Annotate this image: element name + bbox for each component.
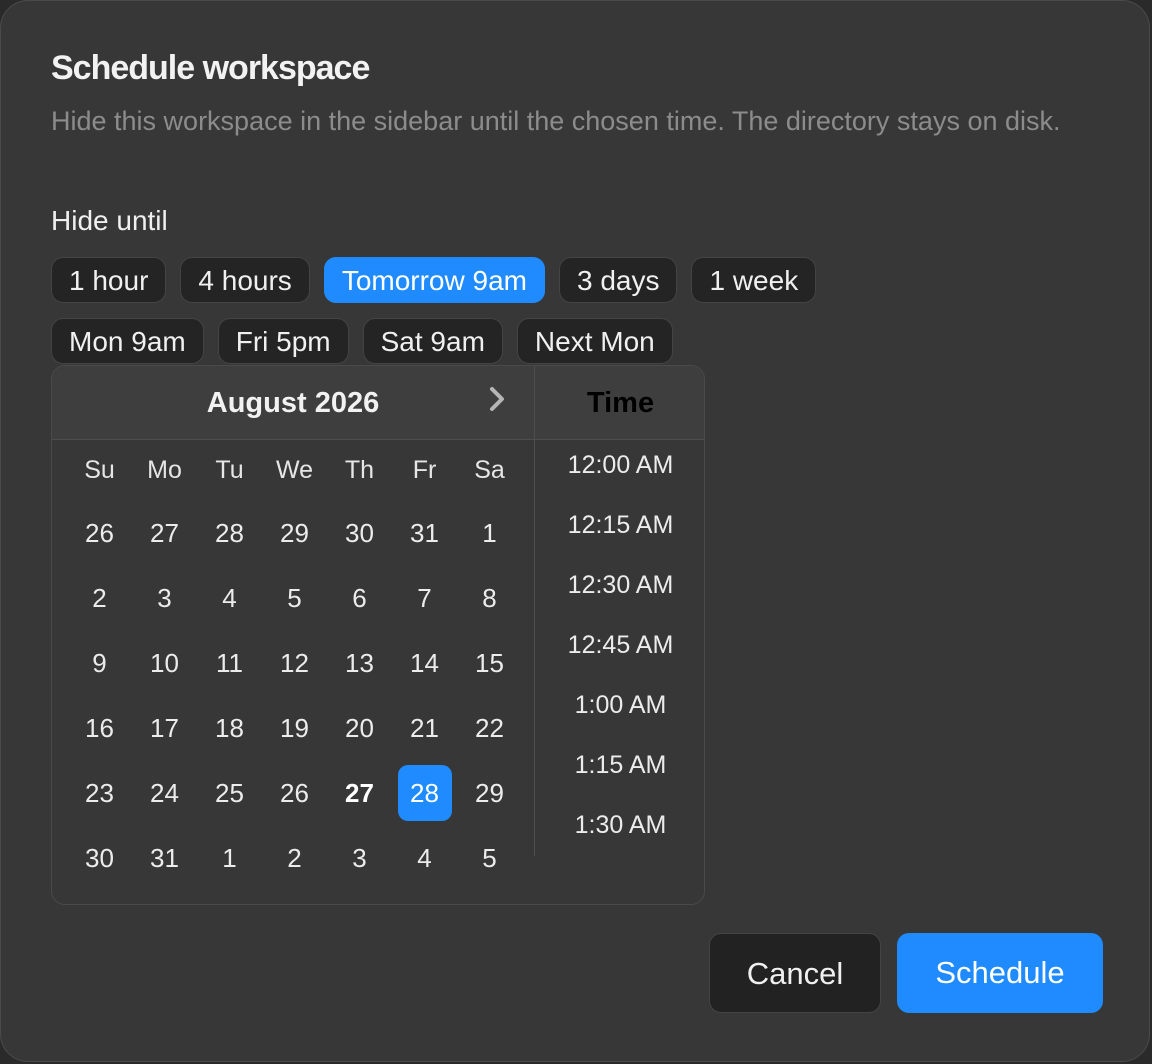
time-option[interactable]: 12:00 AM xyxy=(535,448,704,508)
calendar-header: August 2026 xyxy=(52,366,534,440)
weekday-label: Mo xyxy=(147,456,182,484)
time-header: Time xyxy=(535,366,704,440)
calendar-day[interactable]: 7 xyxy=(392,565,457,630)
calendar-day[interactable]: 21 xyxy=(392,695,457,760)
date-time-picker: August 2026 Su Mo Tu We Th Fr Sa 26 27 2… xyxy=(51,365,705,905)
dialog-description: Hide this workspace in the sidebar until… xyxy=(51,106,1061,136)
calendar-day[interactable]: 1 xyxy=(457,500,522,565)
calendar-day[interactable]: 26 xyxy=(262,760,327,825)
calendar-day[interactable]: 23 xyxy=(67,760,132,825)
time-column: Time 12:00 AM 12:15 AM 12:30 AM 12:45 AM… xyxy=(534,366,704,856)
calendar-day[interactable]: 30 xyxy=(327,500,392,565)
calendar-day[interactable]: 18 xyxy=(197,695,262,760)
calendar-day[interactable]: 14 xyxy=(392,630,457,695)
chevron-right-icon[interactable] xyxy=(482,384,512,414)
calendar-day[interactable]: 31 xyxy=(392,500,457,565)
time-option[interactable]: 12:15 AM xyxy=(535,508,704,568)
calendar-day[interactable]: 20 xyxy=(327,695,392,760)
calendar-day[interactable]: 8 xyxy=(457,565,522,630)
calendar-day[interactable]: 24 xyxy=(132,760,197,825)
calendar-day[interactable]: 22 xyxy=(457,695,522,760)
preset-row-1: 1 hour 4 hours Tomorrow 9am 3 days 1 wee… xyxy=(51,257,817,303)
preset-chip[interactable]: 4 hours xyxy=(180,257,310,303)
weekday-label: Fr xyxy=(412,456,437,484)
calendar-day[interactable]: 11 xyxy=(197,630,262,695)
calendar-day-selected[interactable]: 28 xyxy=(392,760,457,825)
calendar-day[interactable]: 5 xyxy=(262,565,327,630)
weekday-label: Th xyxy=(344,456,375,484)
schedule-workspace-dialog: Schedule workspace Hide this workspace i… xyxy=(0,0,1150,1062)
calendar-day[interactable]: 9 xyxy=(67,630,132,695)
preset-row-2: Mon 9am Fri 5pm Sat 9am Next Mon xyxy=(51,318,673,364)
preset-chip[interactable]: Fri 5pm xyxy=(217,318,349,364)
calendar-day[interactable]: 5 xyxy=(457,825,522,890)
calendar-day[interactable]: 4 xyxy=(392,825,457,890)
calendar-day[interactable]: 28 xyxy=(197,500,262,565)
calendar-day[interactable]: 13 xyxy=(327,630,392,695)
dialog-title: Schedule workspace xyxy=(51,49,370,87)
calendar-day[interactable]: 3 xyxy=(327,825,392,890)
calendar-day[interactable]: 30 xyxy=(67,825,132,890)
weekday-label: We xyxy=(275,456,314,484)
calendar-day[interactable]: 31 xyxy=(132,825,197,890)
calendar-day[interactable]: 26 xyxy=(67,500,132,565)
calendar-day[interactable]: 4 xyxy=(197,565,262,630)
preset-chip[interactable]: 3 days xyxy=(558,257,678,303)
preset-chip[interactable]: 1 hour xyxy=(51,257,167,303)
weekday-label: Sa xyxy=(474,456,505,484)
time-option[interactable]: 12:45 AM xyxy=(535,628,704,688)
weekday-label: Tu xyxy=(215,456,244,484)
weekday-label: Su xyxy=(84,456,115,484)
calendar-grid: 26 27 28 29 30 31 1 2 3 4 5 6 7 8 9 10 1… xyxy=(67,500,522,890)
schedule-button[interactable]: Schedule xyxy=(897,933,1103,1013)
month-label: August 2026 xyxy=(206,387,380,419)
calendar-day[interactable]: 2 xyxy=(67,565,132,630)
calendar-day[interactable]: 27 xyxy=(132,500,197,565)
preset-chip-selected[interactable]: Tomorrow 9am xyxy=(323,257,545,303)
calendar-day[interactable]: 2 xyxy=(262,825,327,890)
time-list[interactable]: 12:00 AM 12:15 AM 12:30 AM 12:45 AM 1:00… xyxy=(535,440,704,868)
calendar-day-today[interactable]: 27 xyxy=(327,760,392,825)
calendar-day[interactable]: 29 xyxy=(262,500,327,565)
time-option[interactable]: 12:30 AM xyxy=(535,568,704,628)
preset-chip[interactable]: Mon 9am xyxy=(51,318,204,364)
calendar-day[interactable]: 3 xyxy=(132,565,197,630)
calendar-day[interactable]: 15 xyxy=(457,630,522,695)
hide-until-label: Hide until xyxy=(51,205,168,236)
time-option[interactable]: 1:00 AM xyxy=(535,688,704,748)
calendar-day[interactable]: 6 xyxy=(327,565,392,630)
calendar-day[interactable]: 12 xyxy=(262,630,327,695)
calendar-day[interactable]: 1 xyxy=(197,825,262,890)
preset-chip[interactable]: Sat 9am xyxy=(362,318,503,364)
preset-chip[interactable]: 1 week xyxy=(691,257,817,303)
calendar-day[interactable]: 29 xyxy=(457,760,522,825)
calendar-day[interactable]: 16 xyxy=(67,695,132,760)
cancel-button[interactable]: Cancel xyxy=(709,933,881,1013)
preset-chip[interactable]: Next Mon xyxy=(516,318,673,364)
calendar-day[interactable]: 19 xyxy=(262,695,327,760)
calendar-day[interactable]: 10 xyxy=(132,630,197,695)
calendar-day[interactable]: 17 xyxy=(132,695,197,760)
time-option[interactable]: 1:30 AM xyxy=(535,808,704,868)
weekday-header: Su Mo Tu We Th Fr Sa xyxy=(67,452,522,488)
time-option[interactable]: 1:15 AM xyxy=(535,748,704,808)
calendar-day[interactable]: 25 xyxy=(197,760,262,825)
